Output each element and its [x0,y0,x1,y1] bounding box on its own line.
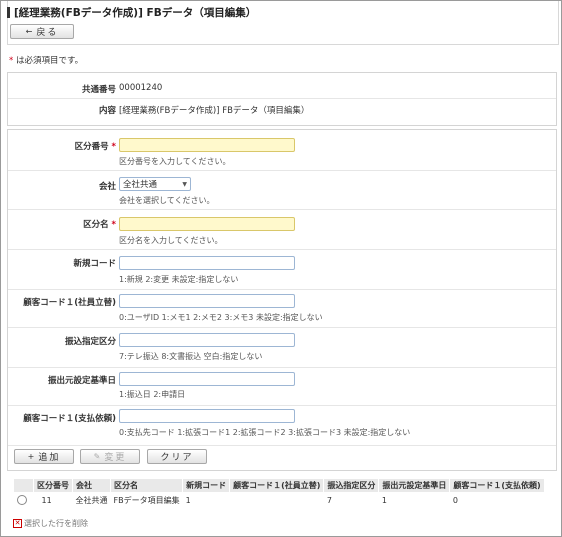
field-row-new-code: 新規コード 1:新規 2:変更 未設定:指定しない [8,249,556,290]
row-select-radio[interactable] [17,495,27,505]
content-label: 内容 [98,106,116,116]
add-button[interactable]: + 追加 [14,449,74,464]
withdraw-base-date-label: 振出元設定基準日 [47,376,116,386]
info-panel: 共通番号 00001240 内容 [経理業務(FBデータ作成)] FBデータ（項… [7,72,557,126]
result-table: 区分番号 会社 区分名 新規コード 顧客コード１(社員立替) 振込指定区分 振出… [14,479,545,508]
plus-icon: + [27,452,35,461]
info-row-common-no: 共通番号 00001240 [8,73,556,99]
table-header-row: 区分番号 会社 区分名 新規コード 顧客コード１(社員立替) 振込指定区分 振出… [14,479,545,492]
cell-withdraw-base-date: 1 [381,495,387,505]
kubun-name-label-text: 区分名 [83,220,109,230]
customer-code1-input[interactable] [119,294,295,308]
field-row-customer-code1: 顧客コード１(社員立替) 0:ユーザID 1:メモ1 2:メモ2 3:メモ3 未… [8,289,556,328]
table-header-kubun-name: 区分名 [110,479,184,492]
cell-company: 全社共通 [75,495,108,505]
field-row-kubun-name: 区分名 * 区分名を入力してください。 [8,209,556,250]
company-selected-value: 全社共通 [123,180,158,190]
cell-kubun-name: FBデータ項目編集 [113,495,180,505]
customer-code2-hint: 0:支払先コード 1:拡張コード1 2:拡張コード2 3:拡張コード3 未設定:… [119,428,411,437]
field-row-company: 会社 全社共通 ▼ 会社を選択してください。 [8,170,556,210]
table-row[interactable]: 11 全社共通 FBデータ項目編集 1 7 1 0 [14,492,544,508]
cell-customer-code1 [230,492,324,508]
table-header-select [14,479,34,492]
company-label: 会社 [98,182,116,192]
back-button[interactable]: ← 戻る [10,24,74,39]
chevron-down-icon: ▼ [182,180,187,188]
cell-new-code: 1 [185,495,191,505]
required-note: * は必須項目です。 [9,54,83,66]
field-row-transfer-kubun: 振込指定区分 7:テレ振込 8:文書振込 空白:指定しない [8,327,556,368]
company-select[interactable]: 全社共通 ▼ [119,177,191,191]
transfer-kubun-input[interactable] [119,333,295,347]
table-header-customer-code2: 顧客コード１(支払依頼) [449,479,545,492]
new-code-hint: 1:新規 2:変更 未設定:指定しない [119,275,239,284]
table-header-kubun-no: 区分番号 [33,479,73,492]
page-title: [経理業務(FBデータ作成)] FBデータ（項目編集） [14,6,257,19]
field-row-customer-code2: 顧客コード１(支払依頼) 0:支払先コード 1:拡張コード1 2:拡張コード2 … [8,405,556,446]
cell-transfer-kubun: 7 [326,495,332,505]
table-header-withdraw-base-date: 振出元設定基準日 [378,479,451,492]
transfer-kubun-label: 振込指定区分 [64,337,116,347]
delete-selected-link[interactable]: ✕ 選択した行を削除 [13,518,88,529]
kubun-no-label: 区分番号 * [0,140,116,152]
withdraw-base-date-hint: 1:振込日 2:申請日 [119,390,186,399]
common-no-value: 00001240 [119,83,163,93]
kubun-no-label-text: 区分番号 [74,142,109,152]
window-frame: [経理業務(FBデータ作成)] FBデータ（項目編集） ← 戻る * は必須項目… [0,0,562,537]
arrow-left-icon: ← [25,27,33,36]
kubun-no-input[interactable] [119,138,295,152]
add-button-label: 追加 [38,453,61,463]
customer-code1-label: 顧客コード１(社員立替) [23,298,116,308]
required-note-text: は必須項目です。 [13,56,84,66]
change-button-label: 変更 [104,453,127,463]
cell-customer-code2: 0 [452,495,458,505]
new-code-label: 新規コード [73,259,116,269]
change-button[interactable]: ✎ 変更 [80,449,140,464]
info-row-content: 内容 [経理業務(FBデータ作成)] FBデータ（項目編集） [8,98,556,124]
page-header: [経理業務(FBデータ作成)] FBデータ（項目編集） [7,4,256,20]
back-button-label: 戻る [36,28,59,38]
common-no-label: 共通番号 [81,85,116,95]
company-hint: 会社を選択してください。 [119,196,215,205]
customer-code2-input[interactable] [119,409,295,423]
kubun-name-input[interactable] [119,217,295,231]
customer-code2-label: 顧客コード１(支払依頼) [23,414,116,424]
clear-button-label: クリア [160,453,194,463]
content-value: [経理業務(FBデータ作成)] FBデータ（項目編集） [119,106,310,116]
required-star: * [111,142,116,152]
new-code-input[interactable] [119,256,295,270]
kubun-name-hint: 区分名を入力してください。 [119,236,223,245]
table-header-customer-code1: 顧客コード１(社員立替) [229,479,325,492]
table-header-new-code: 新規コード [182,479,231,492]
customer-code1-hint: 0:ユーザID 1:メモ1 2:メモ2 3:メモ3 未設定:指定しない [119,313,323,322]
table-header-transfer-kubun: 振込指定区分 [323,479,380,492]
field-row-kubun-no: 区分番号 * 区分番号を入力してください。 [8,130,556,171]
kubun-no-hint: 区分番号を入力してください。 [119,157,231,166]
withdraw-base-date-input[interactable] [119,372,295,386]
clear-button[interactable]: クリア [147,449,207,464]
transfer-kubun-hint: 7:テレ振込 8:文書振込 空白:指定しない [119,352,263,361]
required-star: * [111,220,116,230]
table-header-company: 会社 [72,479,111,492]
kubun-name-label: 区分名 * [0,218,116,230]
title-marker [7,6,10,18]
row-select-radio-cell[interactable] [14,492,34,508]
cell-kubun-no: 11 [41,495,52,505]
pencil-icon: ✎ [93,452,101,461]
delete-selected-label: 選択した行を削除 [24,519,88,528]
form-panel: 区分番号 * 区分番号を入力してください。 会社 全社共通 ▼ 会社を選択してく… [7,129,557,471]
field-row-withdraw-base-date: 振出元設定基準日 1:振込日 2:申請日 [8,367,556,406]
delete-icon: ✕ [13,519,22,528]
